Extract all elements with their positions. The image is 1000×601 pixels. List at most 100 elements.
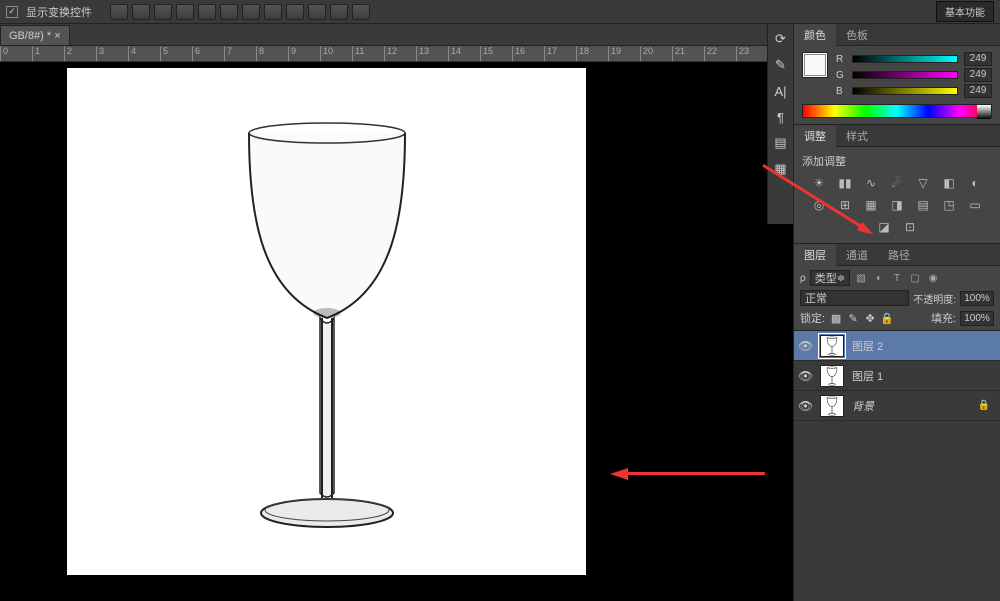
r-slider[interactable] <box>852 55 958 63</box>
canvas[interactable] <box>67 68 586 575</box>
layer-row[interactable]: 👁背景🔒 <box>794 391 1000 421</box>
tab-adjustments[interactable]: 调整 <box>794 125 836 147</box>
hue-icon[interactable]: ◧ <box>939 175 959 191</box>
align-icon[interactable] <box>154 4 172 20</box>
lock-position-icon[interactable]: ✥ <box>863 311 877 325</box>
ruler-tick: 5 <box>160 46 192 62</box>
tab-styles[interactable]: 样式 <box>836 125 878 147</box>
ruler-tick: 4 <box>128 46 160 62</box>
g-label: G <box>836 70 846 81</box>
ruler-tick: 2 <box>64 46 96 62</box>
brush-icon[interactable]: ✎ <box>771 56 791 74</box>
r-value[interactable]: 249 <box>964 52 992 66</box>
checkbox[interactable]: ✓ <box>6 6 18 18</box>
ruler-tick: 6 <box>192 46 224 62</box>
ruler-tick: 22 <box>704 46 736 62</box>
filter-pixel-icon[interactable]: ▧ <box>854 271 868 285</box>
options-bar: ✓ 显示变换控件 基本功能 <box>0 0 1000 24</box>
ruler-tick: 0 <box>0 46 32 62</box>
opacity-label: 不透明度: <box>913 291 956 306</box>
layer-thumbnail[interactable] <box>820 335 844 357</box>
tab-swatches[interactable]: 色板 <box>836 24 878 46</box>
layer-thumbnail[interactable] <box>820 395 844 417</box>
lock-pixels-icon[interactable]: ✎ <box>846 311 860 325</box>
align-icon[interactable] <box>198 4 216 20</box>
align-icon[interactable] <box>176 4 194 20</box>
b-slider[interactable] <box>852 87 958 95</box>
char-icon[interactable]: A| <box>771 82 791 100</box>
adjustments-title: 添加调整 <box>794 147 1000 175</box>
layer-thumbnail[interactable] <box>820 365 844 387</box>
ruler-tick: 8 <box>256 46 288 62</box>
visibility-eye-icon[interactable]: 👁 <box>798 399 812 413</box>
ruler-tick: 14 <box>448 46 480 62</box>
align-icons <box>110 4 370 20</box>
vibrance-icon[interactable]: ▽ <box>913 175 933 191</box>
align-icon[interactable] <box>330 4 348 20</box>
fill-value[interactable]: 100% <box>960 311 994 326</box>
align-icon[interactable] <box>352 4 370 20</box>
ruler-tick: 20 <box>640 46 672 62</box>
ruler-tick: 16 <box>512 46 544 62</box>
para-icon[interactable]: ¶ <box>771 108 791 126</box>
align-icon[interactable] <box>110 4 128 20</box>
exposure-icon[interactable]: ☄ <box>887 175 907 191</box>
g-slider[interactable] <box>852 71 958 79</box>
g-value[interactable]: 249 <box>964 68 992 82</box>
panel-icon[interactable]: ▤ <box>771 134 791 152</box>
ruler-tick: 17 <box>544 46 576 62</box>
ruler-tick: 12 <box>384 46 416 62</box>
annotation-arrow <box>610 460 770 480</box>
lookup-icon[interactable]: ▦ <box>861 197 881 213</box>
align-icon[interactable] <box>286 4 304 20</box>
opacity-value[interactable]: 100% <box>960 291 994 306</box>
ruler-tick: 19 <box>608 46 640 62</box>
ruler-tick: 21 <box>672 46 704 62</box>
filter-shape-icon[interactable]: ▢ <box>908 271 922 285</box>
gradient-map-icon[interactable]: ▭ <box>965 197 985 213</box>
hue-strip[interactable] <box>802 104 992 118</box>
layer-list: 👁图层 2👁图层 1👁背景🔒 <box>794 331 1000 601</box>
workspace-preset[interactable]: 基本功能 <box>936 1 994 22</box>
levels-icon[interactable]: ▮▮ <box>835 175 855 191</box>
visibility-eye-icon[interactable]: 👁 <box>798 339 812 353</box>
invert-icon[interactable]: ◨ <box>887 197 907 213</box>
b-label: B <box>836 86 846 97</box>
curves-icon[interactable]: ∿ <box>861 175 881 191</box>
selective-icon[interactable]: ◪ <box>874 219 894 235</box>
tab-color[interactable]: 颜色 <box>794 24 836 46</box>
lock-transparent-icon[interactable]: ▩ <box>829 311 843 325</box>
align-icon[interactable] <box>264 4 282 20</box>
filter-text-icon[interactable]: T <box>890 271 904 285</box>
bw-icon[interactable]: ◐ <box>965 175 985 191</box>
foreground-color-swatch[interactable] <box>802 52 828 78</box>
ruler-tick: 3 <box>96 46 128 62</box>
layer-name[interactable]: 图层 1 <box>852 368 883 384</box>
b-value[interactable]: 249 <box>964 84 992 98</box>
brightness-icon[interactable]: ☀ <box>809 175 829 191</box>
filter-smart-icon[interactable]: ◉ <box>926 271 940 285</box>
layer-row[interactable]: 👁 图层 1 <box>794 361 1000 391</box>
document-tab[interactable]: GB/8#) * × <box>0 25 70 45</box>
checkbox-label: 显示变换控件 <box>26 4 92 20</box>
layer-name[interactable]: 背景 <box>852 398 874 414</box>
dock-strip: ⟳ ✎ A| ¶ ▤ ▦ <box>767 24 793 224</box>
ruler-tick: 1 <box>32 46 64 62</box>
align-icon[interactable] <box>132 4 150 20</box>
align-icon[interactable] <box>242 4 260 20</box>
history-icon[interactable]: ⟳ <box>771 30 791 48</box>
more-icon[interactable]: ⊡ <box>900 219 920 235</box>
filter-adjust-icon[interactable]: ◐ <box>872 271 886 285</box>
threshold-icon[interactable]: ◳ <box>939 197 959 213</box>
ruler-tick: 18 <box>576 46 608 62</box>
tab-paths[interactable]: 路径 <box>878 244 920 266</box>
align-icon[interactable] <box>220 4 238 20</box>
layer-name[interactable]: 图层 2 <box>852 338 883 354</box>
ruler-tick: 11 <box>352 46 384 62</box>
lock-all-icon[interactable]: 🔒 <box>880 311 894 325</box>
visibility-eye-icon[interactable]: 👁 <box>798 369 812 383</box>
align-icon[interactable] <box>308 4 326 20</box>
ruler-tick: 9 <box>288 46 320 62</box>
layer-row[interactable]: 👁 图层 2 <box>794 331 1000 361</box>
posterize-icon[interactable]: ▤ <box>913 197 933 213</box>
